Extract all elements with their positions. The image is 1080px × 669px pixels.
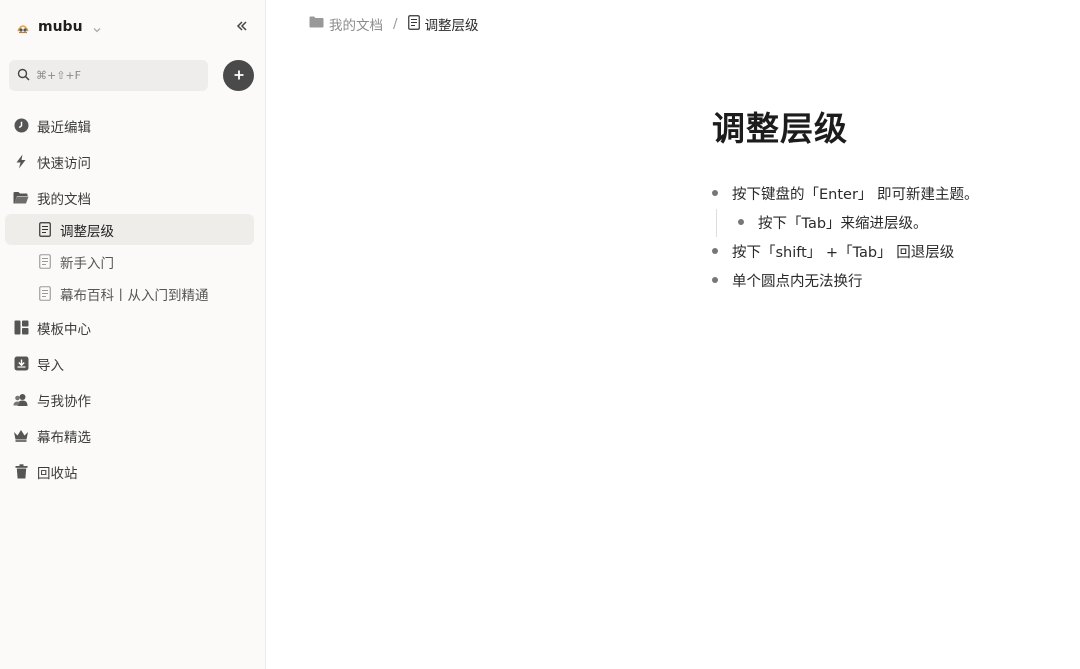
clock-icon [13,118,29,134]
doc-item-getting-started[interactable]: 新手入门 [5,246,254,277]
sidebar-item-my-docs[interactable]: 我的文档 [5,182,254,213]
search-icon [17,66,30,85]
breadcrumb: 我的文档 / 调整层级 [309,14,479,34]
document-icon [407,14,420,34]
bullet-dot[interactable] [712,277,718,283]
outline-node[interactable]: 单个圆点内无法换行 [712,268,863,292]
sidebar-item-label: 最近编辑 [37,119,91,136]
chevron-down-icon [91,21,103,33]
sidebar-item-label: 快速访问 [37,155,91,172]
breadcrumb-parent[interactable]: 我的文档 [309,14,383,34]
search-input[interactable] [36,69,196,82]
add-button[interactable] [223,60,254,91]
collapse-sidebar-button[interactable] [232,17,252,37]
sidebar-item-label: 导入 [37,357,64,374]
bullet-dot[interactable] [712,248,718,254]
search-box[interactable] [9,60,208,91]
outline-node-text[interactable]: 按下「Tab」来缩进层级。 [758,212,928,233]
lightning-icon [13,154,29,170]
breadcrumb-current-label: 调整层级 [424,18,479,34]
bullet-dot[interactable] [712,190,718,196]
sidebar-item-label: 回收站 [37,465,78,482]
sidebar-item-label: 幕布精选 [37,429,91,446]
outline-node[interactable]: 按下「shift」 +「Tab」 回退层级 [712,239,954,263]
double-chevron-left-icon [235,18,249,37]
sidebar-item-trash[interactable]: 回收站 [5,456,254,487]
doc-item-label: 调整层级 [60,223,114,240]
sidebar-item-recent[interactable]: 最近编辑 [5,110,254,141]
breadcrumb-parent-label: 我的文档 [329,18,383,34]
outline-node[interactable]: 按下键盘的「Enter」 即可新建主题。 [712,181,979,205]
outline-node-text[interactable]: 单个圆点内无法换行 [732,270,863,291]
folder-open-icon [13,190,29,206]
sidebar-item-label: 我的文档 [37,191,91,208]
plus-icon [233,66,245,85]
indent-guide [716,209,717,237]
workspace-name: mubu [38,19,83,35]
breadcrumb-separator: / [393,16,398,32]
outline-node[interactable]: 按下「Tab」来缩进层级。 [738,210,928,234]
trash-icon [13,464,29,480]
doc-item-label: 新手入门 [60,255,114,272]
document-icon [38,286,52,302]
document-icon [38,254,52,270]
bullet-dot[interactable] [738,219,744,225]
sidebar-item-collaborate[interactable]: 与我协作 [5,384,254,415]
sidebar: mubu ⌘+⇧+F 最近编辑 快速访问 我的文档 调整层级 新手入门 幕布百科… [0,0,266,669]
mubu-logo-icon [14,18,32,36]
workspace-switcher[interactable]: mubu [14,16,103,38]
sidebar-item-label: 模板中心 [37,321,91,338]
outline-node-text[interactable]: 按下「shift」 +「Tab」 回退层级 [732,241,954,262]
doc-item-label: 幕布百科丨从入门到精通 [60,287,209,304]
sidebar-item-import[interactable]: 导入 [5,348,254,379]
sidebar-item-label: 与我协作 [37,393,91,410]
outline-node-text[interactable]: 按下键盘的「Enter」 即可新建主题。 [732,183,979,204]
import-icon [13,356,29,372]
breadcrumb-current[interactable]: 调整层级 [407,14,479,34]
document-title[interactable]: 调整层级 [712,102,848,150]
sidebar-item-featured[interactable]: 幕布精选 [5,420,254,451]
document-icon [38,222,52,238]
folder-icon [309,16,324,32]
template-icon [13,320,29,336]
doc-item-adjust-levels[interactable]: 调整层级 [5,214,254,245]
sidebar-item-quick-access[interactable]: 快速访问 [5,146,254,177]
crown-icon [13,428,29,444]
doc-item-encyclopedia[interactable]: 幕布百科丨从入门到精通 [5,278,254,309]
collaborators-icon [13,392,29,408]
sidebar-item-templates[interactable]: 模板中心 [5,312,254,343]
